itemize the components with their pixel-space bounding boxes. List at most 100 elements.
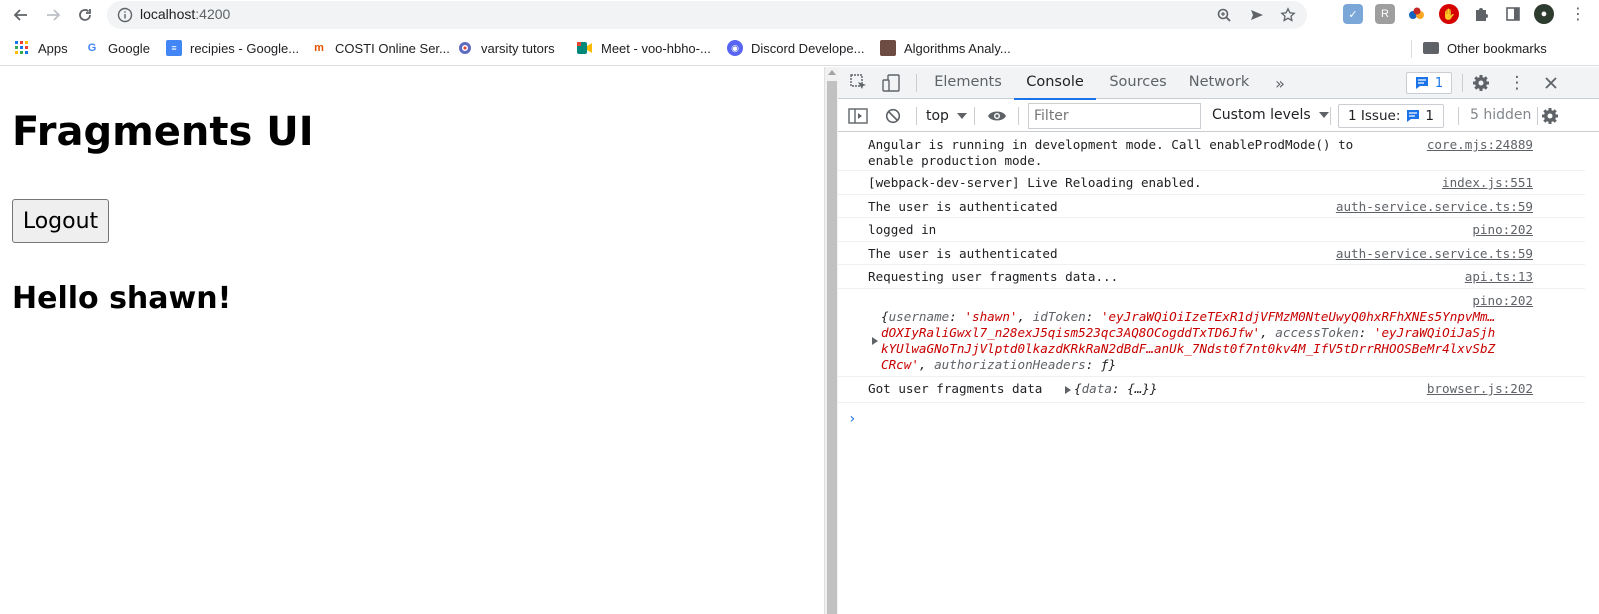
console-message-text: Angular is running in development mode. … bbox=[868, 137, 1354, 168]
messages-badge[interactable]: 1 bbox=[1406, 72, 1452, 94]
issues-button[interactable]: 1 Issue: 1 bbox=[1338, 104, 1444, 128]
extension-icon[interactable]: ✓ bbox=[1343, 4, 1363, 24]
console-object-message[interactable]: pino:202 {username: 'shawn', idToken: 'e… bbox=[838, 289, 1599, 377]
page-scrollbar[interactable] bbox=[824, 67, 838, 614]
toolbar-separator bbox=[974, 107, 975, 125]
tab-console[interactable]: Console bbox=[1014, 67, 1096, 100]
more-options-icon[interactable]: ⋮ bbox=[1509, 73, 1526, 93]
google-docs-icon: ≡ bbox=[166, 40, 182, 56]
console-scrollbar[interactable] bbox=[1585, 133, 1599, 614]
console-source-link[interactable]: pino:202 bbox=[1472, 222, 1533, 238]
other-bookmarks[interactable]: Other bookmarks bbox=[1423, 39, 1547, 57]
hidden-messages-count: 5 hidden bbox=[1470, 107, 1532, 123]
chrome-menu-icon[interactable]: ⋮ bbox=[1568, 4, 1588, 24]
send-icon[interactable] bbox=[1248, 6, 1266, 24]
console-settings-gear-icon[interactable] bbox=[1541, 107, 1559, 125]
devtools-tabbar: Elements Console Sources Network » 1 ⋮ bbox=[838, 67, 1599, 100]
apps-grid-icon bbox=[14, 40, 30, 56]
console-data-object[interactable]: {data: {…}} bbox=[1074, 381, 1157, 397]
bookmark-google[interactable]: G Google bbox=[84, 39, 150, 57]
reload-icon bbox=[79, 9, 91, 21]
scrollbar-thumb[interactable] bbox=[827, 81, 837, 614]
expand-triangle-icon[interactable] bbox=[1065, 386, 1071, 394]
tab-sources[interactable]: Sources bbox=[1104, 67, 1172, 99]
costi-icon: m bbox=[314, 42, 324, 54]
console-source-link[interactable]: api.ts:13 bbox=[1465, 269, 1533, 285]
folder-icon bbox=[1423, 42, 1439, 54]
console-source-link[interactable]: index.js:551 bbox=[1442, 175, 1533, 191]
context-selector[interactable]: top bbox=[926, 107, 967, 125]
arrow-right-icon bbox=[47, 9, 61, 21]
address-bar[interactable]: localhost:4200 bbox=[107, 1, 1307, 29]
bookmark-label: COSTI Online Ser... bbox=[335, 40, 450, 56]
console-source-link[interactable]: browser.js:202 bbox=[1427, 381, 1533, 397]
url-text[interactable]: localhost:4200 bbox=[140, 6, 230, 22]
adblock-icon[interactable]: ✋ bbox=[1439, 4, 1459, 24]
context-value: top bbox=[926, 108, 949, 124]
back-button[interactable] bbox=[10, 4, 32, 26]
bookmark-meet[interactable]: Meet - voo-hbho-... bbox=[577, 39, 711, 57]
bookmark-star-icon[interactable] bbox=[1279, 6, 1297, 24]
bookmark-recipies[interactable]: ≡ recipies - Google... bbox=[166, 39, 299, 57]
extensions-puzzle-icon[interactable] bbox=[1471, 4, 1491, 24]
close-devtools-icon[interactable] bbox=[1542, 74, 1560, 92]
show-sidebar-icon[interactable] bbox=[848, 107, 868, 125]
side-panel-icon[interactable] bbox=[1503, 4, 1523, 24]
console-message: Requesting user fragments data... api.ts… bbox=[838, 265, 1599, 289]
greeting-heading: Hello shawn! bbox=[12, 281, 232, 316]
info-icon[interactable] bbox=[117, 7, 133, 23]
tab-elements[interactable]: Elements bbox=[930, 67, 1006, 99]
bookmark-varsity-tutors[interactable]: varsity tutors bbox=[457, 39, 555, 57]
toolbar-separator bbox=[916, 107, 917, 125]
tab-network[interactable]: Network bbox=[1184, 67, 1254, 99]
console-message: The user is authenticated auth-service.s… bbox=[838, 195, 1599, 218]
console-filter-input[interactable] bbox=[1028, 103, 1201, 129]
extension-r-icon[interactable]: R bbox=[1375, 4, 1395, 24]
logout-button[interactable]: Logout bbox=[12, 199, 109, 243]
profile-avatar[interactable]: ● bbox=[1534, 4, 1554, 24]
forward-button[interactable] bbox=[42, 4, 64, 26]
extension-balls-icon[interactable] bbox=[1407, 4, 1427, 24]
bookmark-label: Discord Develope... bbox=[751, 40, 865, 56]
console-message-text: Requesting user fragments data... bbox=[868, 269, 1119, 284]
toolbar-separator bbox=[1458, 107, 1459, 125]
console-message: logged in pino:202 bbox=[838, 218, 1599, 242]
console-source-link[interactable]: core.mjs:24889 bbox=[1427, 137, 1533, 153]
console-message-text: logged in bbox=[868, 222, 937, 237]
expand-triangle-icon[interactable] bbox=[872, 337, 878, 345]
log-levels-dropdown[interactable]: Custom levels bbox=[1212, 107, 1329, 123]
toolbar-separator bbox=[1018, 107, 1019, 125]
message-icon bbox=[1407, 110, 1420, 122]
bookmark-algorithms[interactable]: Algorithms Analy... bbox=[880, 39, 1011, 57]
device-toolbar-icon[interactable] bbox=[881, 73, 901, 93]
bookmark-discord[interactable]: ◉ Discord Develope... bbox=[727, 39, 864, 57]
scroll-up-arrow-icon[interactable] bbox=[828, 70, 836, 75]
inspect-element-icon[interactable] bbox=[850, 74, 868, 92]
bookmark-apps[interactable]: Apps bbox=[14, 39, 68, 57]
bookmark-label: recipies - Google... bbox=[190, 40, 300, 56]
console-message: Angular is running in development mode. … bbox=[838, 133, 1599, 171]
console-prompt-icon[interactable]: › bbox=[848, 411, 856, 427]
console-source-link[interactable]: auth-service.service.ts:59 bbox=[1336, 199, 1533, 215]
zoom-icon[interactable] bbox=[1215, 6, 1233, 24]
live-expression-eye-icon[interactable] bbox=[986, 107, 1008, 125]
reload-button[interactable] bbox=[74, 4, 96, 26]
tab-separator bbox=[1462, 74, 1463, 92]
dropdown-arrow-icon bbox=[956, 113, 967, 119]
bookmark-label: Google bbox=[108, 40, 150, 56]
issues-count: 1 bbox=[1425, 108, 1434, 124]
settings-gear-icon[interactable] bbox=[1472, 74, 1490, 92]
bookmark-label: varsity tutors bbox=[481, 40, 555, 56]
more-tabs-chevron-icon[interactable]: » bbox=[1271, 74, 1289, 93]
book-thumbnail-icon bbox=[880, 40, 896, 56]
clear-console-icon[interactable] bbox=[884, 107, 902, 125]
console-source-link[interactable]: auth-service.service.ts:59 bbox=[1336, 246, 1533, 262]
bookmark-costi[interactable]: m COSTI Online Ser... bbox=[311, 39, 450, 57]
console-source-link[interactable]: pino:202 bbox=[1472, 293, 1533, 309]
bookmark-label: Apps bbox=[38, 40, 68, 56]
object-line: kYUlwaGNoTnJjVlptd0lkazdKRkRaN2dBdF…anUk… bbox=[881, 341, 1496, 356]
console-toolbar: top Custom levels 1 Issue: 1 5 hidden bbox=[838, 100, 1599, 132]
object-line: dOXIyRaliGwxl7_n28exJ5qism523qc3AQ8OCogd… bbox=[881, 325, 1496, 340]
console-message-text: The user is authenticated bbox=[868, 199, 1058, 214]
arrow-left-icon bbox=[13, 9, 27, 21]
